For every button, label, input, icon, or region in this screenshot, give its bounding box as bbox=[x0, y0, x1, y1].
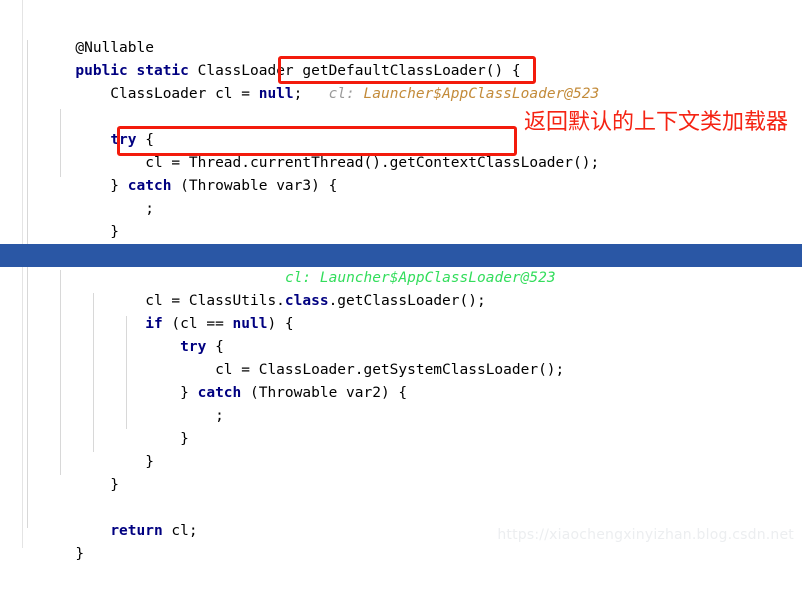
code-line[interactable]: ; bbox=[0, 382, 802, 424]
code-line[interactable]: public static ClassLoader getDefaultClas… bbox=[0, 37, 802, 79]
code-line[interactable]: if (cl == null) { bbox=[0, 290, 802, 332]
code-line[interactable]: } catch (Throwable var2) { bbox=[0, 359, 802, 401]
code-line[interactable]: } catch (Throwable var3) { bbox=[0, 152, 802, 194]
code-line-blank[interactable] bbox=[0, 83, 802, 106]
code-line[interactable]: } bbox=[0, 405, 802, 447]
code-line[interactable]: cl = ClassLoader.getSystemClassLoader(); bbox=[0, 336, 802, 378]
code-editor[interactable]: @Nullable public static ClassLoader getD… bbox=[0, 0, 802, 562]
code-line[interactable]: } bbox=[0, 428, 802, 470]
code-line[interactable]: try { bbox=[0, 313, 802, 355]
code-line-blank[interactable] bbox=[0, 221, 802, 244]
code-line[interactable]: @Nullable bbox=[0, 14, 802, 56]
chinese-annotation: 返回默认的上下文类加载器 bbox=[524, 110, 789, 135]
code-line[interactable]: return cl; bbox=[0, 497, 802, 539]
watermark: https://xiaochengxinyizhan.blog.csdn.net bbox=[497, 527, 794, 543]
code-text: } bbox=[75, 546, 85, 562]
code-line[interactable]: ClassLoader cl = null; cl: Launcher$AppC… bbox=[0, 60, 802, 102]
code-line[interactable]: cl = ClassUtils.class.getClassLoader(); bbox=[0, 267, 802, 309]
code-line-current[interactable]: if (cl == null) { cl: Launcher$AppClassL… bbox=[0, 244, 802, 286]
code-line[interactable]: ; bbox=[0, 175, 802, 217]
code-line-blank[interactable] bbox=[0, 474, 802, 497]
code-line[interactable]: } bbox=[0, 451, 802, 493]
code-lines[interactable]: @Nullable public static ClassLoader getD… bbox=[0, 0, 802, 562]
code-line[interactable]: } bbox=[0, 198, 802, 240]
